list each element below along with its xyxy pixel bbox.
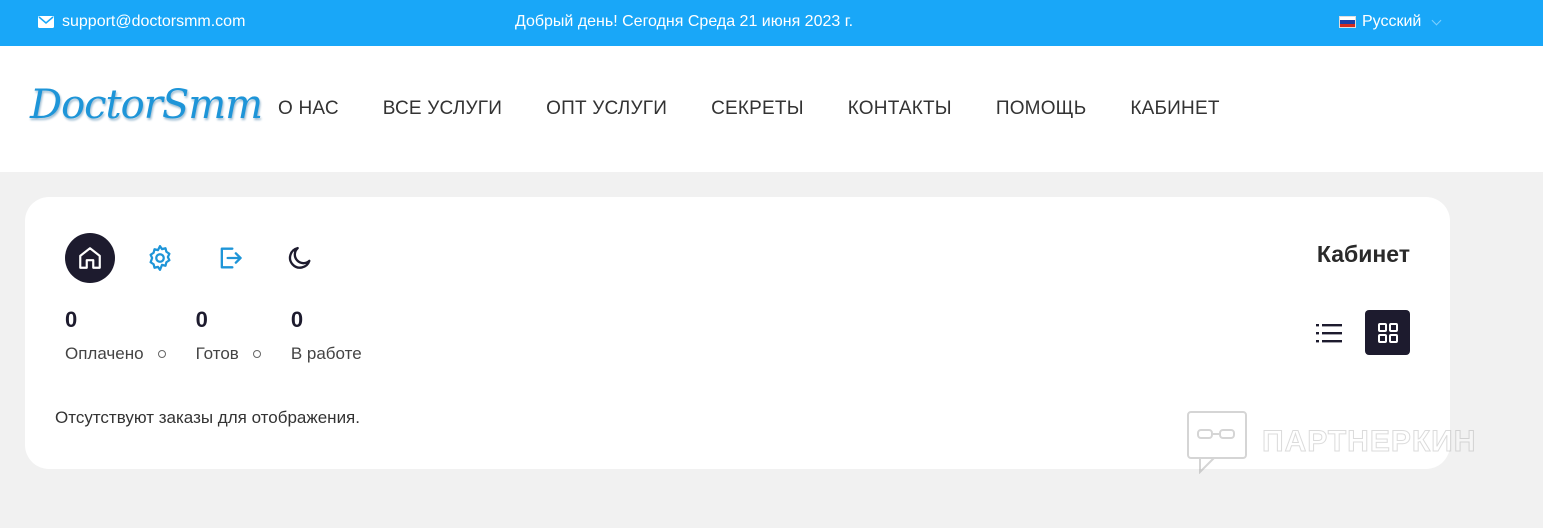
logo-text: DoctorSmm <box>30 82 263 128</box>
nav-wholesale-services[interactable]: ОПТ УСЛУГИ <box>546 98 667 120</box>
logout-button[interactable] <box>205 233 255 283</box>
top-bar: support@doctorsmm.com Добрый день! Сегод… <box>0 0 1543 46</box>
home-icon <box>79 247 101 269</box>
stat-ready[interactable]: 0 Готов <box>196 308 261 364</box>
circle-icon <box>252 350 261 358</box>
grid-view-button[interactable] <box>1365 310 1410 355</box>
watermark: ПАРТНЕРКИН <box>1186 410 1476 474</box>
stat-label: Готов <box>195 344 239 363</box>
home-button[interactable] <box>65 233 115 283</box>
logout-icon <box>220 247 242 269</box>
site-logo[interactable]: DoctorSmm <box>26 76 263 142</box>
stat-value: 0 <box>65 307 78 332</box>
stat-label: Оплачено <box>65 344 144 363</box>
gear-icon <box>149 245 171 271</box>
stat-value: 0 <box>195 307 208 332</box>
list-icon <box>1315 323 1342 342</box>
russia-flag-icon <box>1339 16 1356 28</box>
nav-cabinet[interactable]: КАБИНЕТ <box>1130 98 1219 120</box>
list-view-button[interactable] <box>1306 310 1351 355</box>
language-selector[interactable]: Русский <box>1339 13 1442 31</box>
nav-help[interactable]: ПОМОЩЬ <box>996 98 1087 120</box>
stat-label: В работе <box>290 344 362 363</box>
stat-in-progress[interactable]: 0 В работе <box>291 308 362 364</box>
order-stats: 0 Оплачено 0 Готов 0 В работе <box>65 308 392 364</box>
settings-button[interactable] <box>135 233 185 283</box>
language-label: Русский <box>1362 13 1422 30</box>
moon-icon <box>288 246 311 269</box>
circle-icon <box>157 350 166 358</box>
chat-bubble-icon <box>1187 411 1247 474</box>
grid-icon <box>1377 322 1398 343</box>
nav-all-services[interactable]: ВСЕ УСЛУГИ <box>383 98 502 120</box>
nav-contacts[interactable]: КОНТАКТЫ <box>848 98 952 120</box>
stat-value: 0 <box>290 307 304 332</box>
nav-about[interactable]: О НАС <box>278 98 339 120</box>
cabinet-toolbar <box>65 233 325 283</box>
view-toggle <box>1306 310 1410 355</box>
page-title: Кабинет <box>1316 241 1410 267</box>
greeting-text: Добрый день! Сегодня Среда 21 июня 2023 … <box>514 13 854 30</box>
main-nav: О НАС ВСЕ УСЛУГИ ОПТ УСЛУГИ СЕКРЕТЫ КОНТ… <box>278 98 1220 120</box>
empty-orders-message: Отсутствуют заказы для отображения. <box>55 408 360 427</box>
site-header: DoctorSmm О НАС ВСЕ УСЛУГИ ОПТ УСЛУГИ СЕ… <box>0 46 1543 172</box>
stat-paid[interactable]: 0 Оплачено <box>65 308 166 364</box>
nav-secrets[interactable]: СЕКРЕТЫ <box>711 98 804 120</box>
watermark-text: ПАРТНЕРКИН <box>1261 425 1477 459</box>
dark-mode-button[interactable] <box>275 233 325 283</box>
chevron-down-icon <box>1431 15 1442 25</box>
